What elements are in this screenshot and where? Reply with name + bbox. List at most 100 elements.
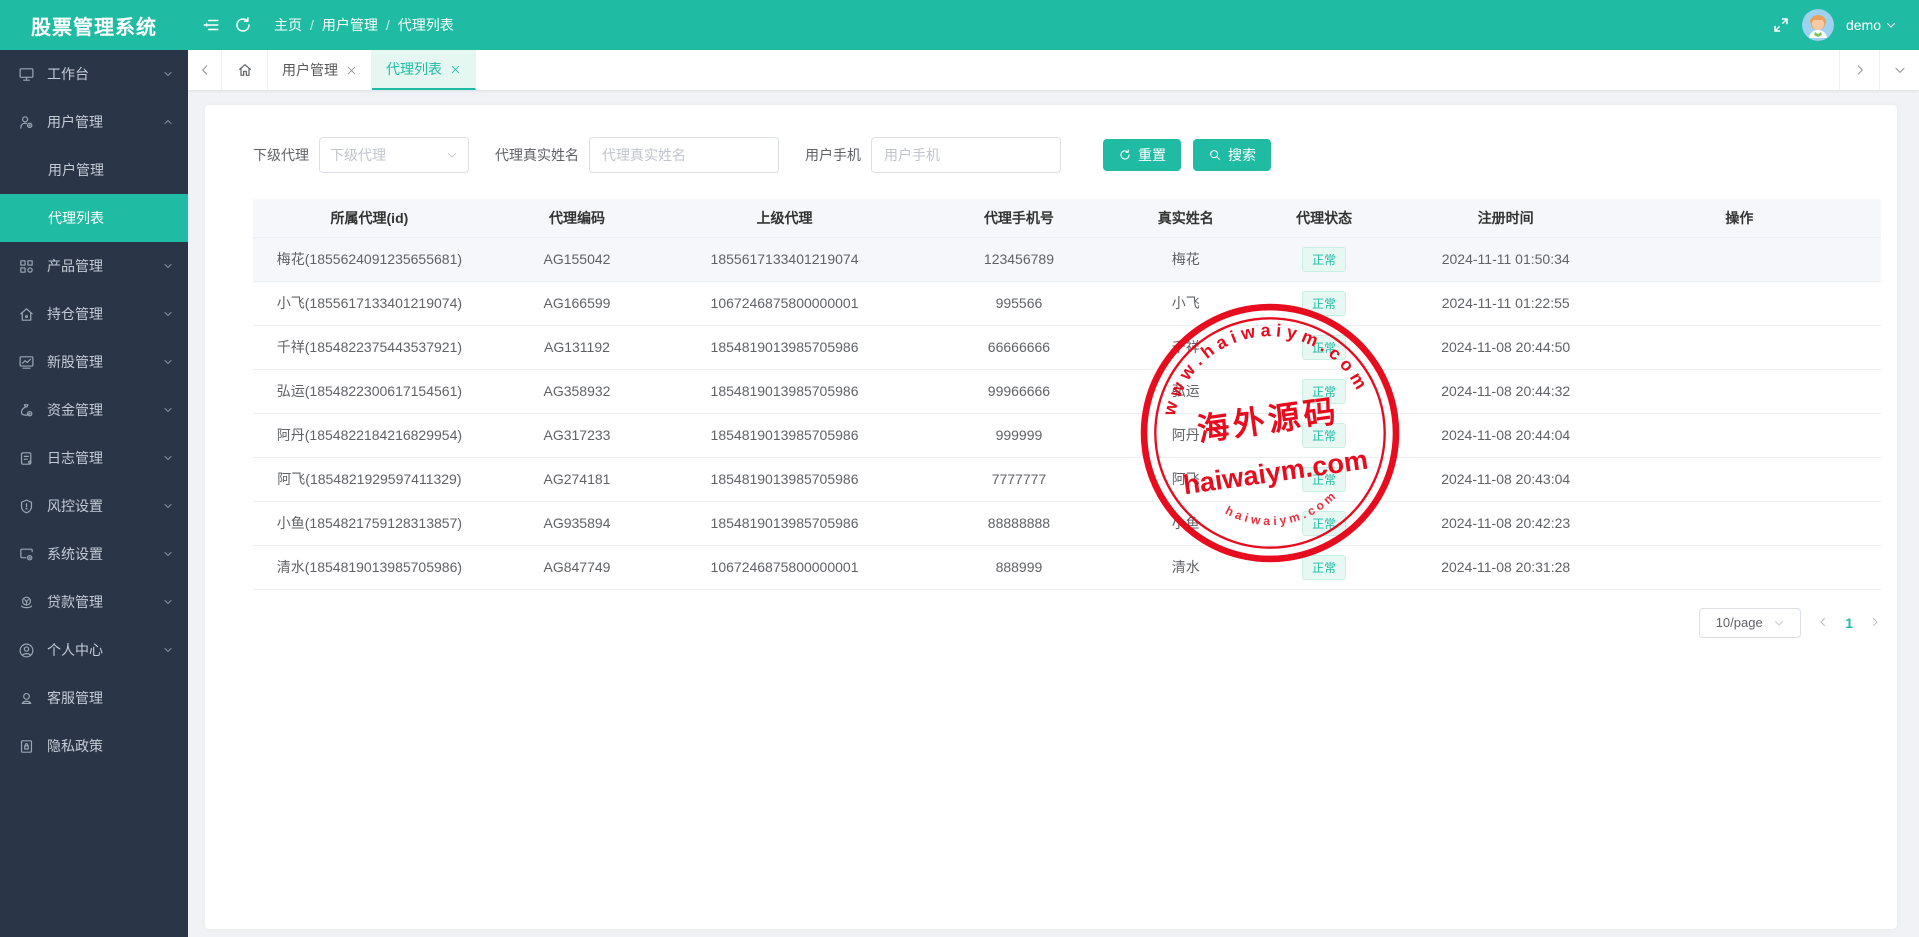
- sidebar-item-loan-management[interactable]: 贷款管理: [0, 578, 188, 626]
- tab-agent-list[interactable]: 代理列表: [372, 50, 476, 90]
- agent-realname-input[interactable]: [589, 137, 779, 173]
- prev-page-button[interactable]: [1817, 615, 1829, 631]
- sidebar-item-ipo-management[interactable]: 新股管理: [0, 338, 188, 386]
- chevron-down-icon: [1774, 620, 1783, 625]
- tab-label: 用户管理: [282, 62, 338, 78]
- collapse-sidebar-button[interactable]: [202, 16, 220, 34]
- cell-time: 2024-11-08 20:42:23: [1413, 501, 1598, 546]
- tabs-menu-button[interactable]: [1879, 50, 1919, 90]
- search-button[interactable]: 搜索: [1193, 139, 1271, 171]
- sidebar-subitem-agent-list[interactable]: 代理列表: [0, 194, 188, 242]
- table-row[interactable]: 千祥(1854822375443537921) AG131192 1854819…: [253, 325, 1881, 370]
- table-row[interactable]: 弘运(1854822300617154561) AG358932 1854819…: [253, 369, 1881, 414]
- page-size-value: 10/page: [1715, 615, 1763, 630]
- cell-code: AG155042: [485, 237, 669, 282]
- cell-phone: 123456789: [900, 237, 1137, 282]
- sidebar-item-label: 日志管理: [47, 450, 103, 466]
- status-badge: 正常: [1302, 290, 1347, 316]
- cell-actions: [1597, 369, 1881, 414]
- sidebar-item-label: 资金管理: [47, 402, 103, 418]
- sidebar-item-label: 隐私政策: [47, 738, 103, 754]
- sidebar-item-product-management[interactable]: 产品管理: [0, 242, 188, 290]
- cell-phone: 995566: [900, 281, 1137, 326]
- refresh-button[interactable]: [234, 16, 252, 34]
- sidebar-item-position-management[interactable]: 持仓管理: [0, 290, 188, 338]
- breadcrumb-home[interactable]: 主页: [274, 15, 302, 35]
- sidebar-item-personal-center[interactable]: 个人中心: [0, 626, 188, 674]
- cell-parent: 1067246875800000001: [668, 281, 901, 326]
- refresh-icon: [236, 17, 250, 32]
- cell-parent: 1067246875800000001: [668, 545, 901, 590]
- sidebar-item-label: 工作台: [47, 66, 89, 82]
- tab-home[interactable]: [222, 50, 268, 90]
- sub-agent-select[interactable]: 下级代理: [319, 137, 469, 173]
- sidebar-subitem-user-management[interactable]: 用户管理: [0, 146, 188, 194]
- chevron-right-icon: [1873, 617, 1878, 626]
- breadcrumb-user-mgmt[interactable]: 用户管理: [322, 15, 378, 35]
- user-menu[interactable]: demo: [1846, 17, 1897, 33]
- cell-parent: 1854819013985705986: [668, 413, 901, 458]
- tab-user-management[interactable]: 用户管理: [268, 50, 372, 90]
- status-badge: 正常: [1302, 510, 1347, 536]
- sidebar-item-customer-service[interactable]: 客服管理: [0, 674, 188, 722]
- shield-icon: [20, 499, 33, 513]
- sidebar-item-funds-management[interactable]: 资金管理: [0, 386, 188, 434]
- cell-status: 正常: [1234, 545, 1414, 590]
- col-agent-code: 代理编码: [485, 199, 669, 238]
- table-row[interactable]: 梅花(1855624091235655681) AG155042 1855617…: [253, 237, 1881, 282]
- table-row[interactable]: 小鱼(1854821759128313857) AG935894 1854819…: [253, 501, 1881, 546]
- cell-parent: 1854819013985705986: [668, 325, 901, 370]
- sidebar-item-workbench[interactable]: 工作台: [0, 50, 188, 98]
- sidebar-item-risk-settings[interactable]: 风控设置: [0, 482, 188, 530]
- cell-phone: 66666666: [900, 325, 1137, 370]
- sidebar-item-system-settings[interactable]: 系统设置: [0, 530, 188, 578]
- page-size-select[interactable]: 10/page: [1699, 607, 1802, 638]
- cell-phone: 888999: [900, 545, 1137, 590]
- chevron-down-icon: [164, 408, 172, 412]
- sidebar-item-label: 持仓管理: [47, 306, 103, 322]
- status-badge: 正常: [1302, 378, 1347, 404]
- page-number[interactable]: 1: [1845, 615, 1853, 631]
- reset-button[interactable]: 重置: [1103, 139, 1181, 171]
- cell-actions: [1597, 325, 1881, 370]
- col-real-name: 真实姓名: [1136, 199, 1235, 238]
- system-gear-icon: [20, 548, 33, 560]
- status-badge: 正常: [1302, 422, 1347, 448]
- filter-realname-label: 代理真实姓名: [495, 147, 579, 163]
- chevron-down-icon: [164, 552, 172, 556]
- cell-phone: 88888888: [900, 501, 1137, 546]
- sidebar-item-label: 产品管理: [47, 258, 103, 274]
- table-row[interactable]: 小飞(1855617133401219074) AG166599 1067246…: [253, 281, 1881, 326]
- filter-bar: 下级代理 下级代理 代理真实姓名 用户手机 重置 搜索: [253, 137, 1881, 173]
- table-row[interactable]: 阿飞(1854821929597411329) AG274181 1854819…: [253, 457, 1881, 502]
- sidebar-item-privacy-policy[interactable]: 隐私政策: [0, 722, 188, 770]
- sidebar-item-user-management[interactable]: 用户管理: [0, 98, 188, 146]
- main-content: 下级代理 下级代理 代理真实姓名 用户手机 重置 搜索: [188, 90, 1919, 937]
- breadcrumb: 主页 / 用户管理 / 代理列表: [274, 15, 454, 35]
- cell-status: 正常: [1234, 457, 1414, 502]
- fullscreen-button[interactable]: [1772, 16, 1790, 34]
- filter-agent-label: 下级代理: [253, 147, 309, 163]
- cell-time: 2024-11-08 20:43:04: [1413, 457, 1598, 502]
- cell-owner: 阿丹(1854822184216829954): [253, 413, 486, 458]
- sidebar-item-label: 风控设置: [47, 498, 103, 514]
- person-circle-icon: [19, 643, 34, 657]
- cell-name: 小飞: [1136, 281, 1235, 326]
- sidebar: 工作台 用户管理 用户管理 代理列表 产品管理 持仓管理 新股管理 资金管理 日…: [0, 50, 188, 937]
- user-phone-input[interactable]: [871, 137, 1061, 173]
- sidebar-item-log-management[interactable]: 日志管理: [0, 434, 188, 482]
- col-register-time: 注册时间: [1413, 199, 1598, 238]
- cell-parent: 1855617133401219074: [668, 237, 901, 282]
- close-icon[interactable]: [346, 65, 357, 76]
- table-row[interactable]: 阿丹(1854822184216829954) AG317233 1854819…: [253, 413, 1881, 458]
- chevron-down-icon: [164, 456, 172, 460]
- grid-icon: [20, 259, 33, 273]
- tabs-scroll-right-button[interactable]: [1839, 50, 1879, 90]
- avatar[interactable]: [1801, 9, 1834, 41]
- close-icon[interactable]: [450, 64, 461, 75]
- status-badge: 正常: [1302, 246, 1347, 272]
- breadcrumb-agent-list[interactable]: 代理列表: [398, 15, 454, 35]
- table-row[interactable]: 清水(1854819013985705986) AG847749 1067246…: [253, 545, 1881, 590]
- tabs-scroll-left-button[interactable]: [188, 50, 222, 90]
- next-page-button[interactable]: [1869, 615, 1881, 631]
